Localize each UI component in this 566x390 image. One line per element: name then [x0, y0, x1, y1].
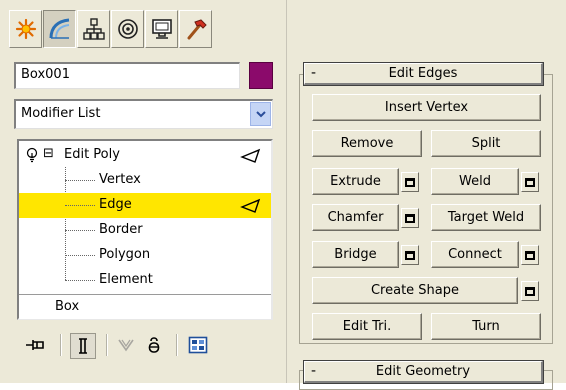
tab-motion[interactable] [111, 10, 144, 48]
chevron-down-icon [255, 110, 266, 117]
subobject-label: Edge [99, 197, 132, 212]
settings-icon [525, 250, 535, 260]
command-panel-tabs [0, 0, 286, 52]
utilities-hammer-icon [187, 19, 207, 40]
bridge-settings-button[interactable] [401, 245, 419, 265]
make-unique-icon [118, 339, 134, 352]
subobject-label: Border [99, 222, 143, 237]
dropdown-arrow-button[interactable] [250, 102, 271, 126]
connect-button[interactable]: Connect [431, 241, 519, 268]
tab-display[interactable] [145, 10, 178, 48]
configure-sets-icon [188, 336, 208, 354]
tab-utilities[interactable] [179, 10, 212, 48]
connect-settings-button[interactable] [521, 245, 539, 265]
stack-subobject-border[interactable]: Border [19, 218, 271, 243]
chamfer-button[interactable]: Chamfer [312, 204, 399, 231]
show-end-result-icon [79, 338, 87, 354]
tab-modify[interactable] [43, 10, 76, 48]
toolbar-separator [106, 334, 108, 356]
object-name-field[interactable]: Box001 [14, 62, 240, 89]
motion-icon [117, 19, 138, 39]
rollout-title: Edit Edges [388, 66, 458, 81]
settings-icon [405, 213, 415, 223]
tab-create[interactable] [9, 10, 42, 48]
tree-branch [65, 180, 95, 181]
extrude-button[interactable]: Extrude [312, 168, 399, 195]
edit-edges-rollout-header[interactable]: - Edit Edges [304, 63, 543, 85]
settings-icon [405, 250, 415, 260]
stack-subobject-vertex[interactable]: Vertex [19, 168, 271, 193]
subobject-mode-icon [240, 198, 261, 213]
modifier-list-value: Modifier List [21, 106, 101, 121]
display-monitor-icon [151, 19, 172, 39]
weld-settings-button[interactable] [521, 172, 539, 192]
configure-modifier-sets-button[interactable] [186, 333, 210, 357]
target-weld-button[interactable]: Target Weld [431, 204, 541, 231]
settings-icon [525, 177, 535, 187]
pin-stack-button[interactable] [24, 333, 48, 357]
weld-button[interactable]: Weld [431, 168, 519, 195]
stack-toolbar [14, 330, 274, 360]
stack-subobject-element[interactable]: Element [19, 268, 271, 293]
create-shape-button[interactable]: Create Shape [312, 277, 518, 304]
tree-branch [65, 255, 95, 256]
edit-tri-button[interactable]: Edit Tri. [312, 313, 422, 340]
extrude-settings-button[interactable] [401, 172, 419, 192]
object-color-swatch[interactable] [249, 62, 273, 89]
create-star-icon [15, 18, 36, 40]
modify-curve-icon [49, 18, 69, 39]
insert-vertex-button[interactable]: Insert Vertex [312, 94, 541, 121]
remove-button[interactable]: Remove [312, 130, 422, 157]
pin-icon [26, 340, 44, 350]
settings-icon [405, 177, 415, 187]
remove-modifier-button[interactable] [142, 333, 166, 357]
remove-modifier-icon [148, 337, 160, 353]
subobject-label: Vertex [99, 172, 141, 187]
modifier-list-dropdown[interactable]: Modifier List [14, 99, 273, 129]
modifier-stack: ⊟ Edit Poly Vertex Edge Border Polygon E… [17, 139, 273, 320]
modifier-panel: Box001 Modifier List ⊟ Edit Poly Vertex … [0, 52, 286, 383]
stack-item-label: Edit Poly [64, 147, 120, 162]
rollout-panel: - Edit Edges Insert Vertex Remove Split … [292, 0, 566, 390]
tree-branch [65, 230, 95, 231]
lightbulb-icon[interactable] [26, 147, 38, 163]
settings-icon [525, 286, 535, 296]
subobject-label: Element [99, 272, 153, 287]
tree-branch [65, 280, 95, 281]
tree-branch [65, 205, 95, 206]
stack-subobject-polygon[interactable]: Polygon [19, 243, 271, 268]
subobject-label: Polygon [99, 247, 151, 262]
rollout-title: Edit Geometry [375, 364, 471, 379]
stack-item-box[interactable]: Box [19, 294, 271, 319]
stack-base-label: Box [55, 299, 80, 314]
edit-geometry-rollout-header[interactable]: - Edit Geometry [304, 361, 543, 383]
stack-item-edit-poly[interactable]: ⊟ Edit Poly [19, 143, 271, 168]
make-unique-button[interactable] [114, 333, 138, 357]
show-end-result-button[interactable] [70, 333, 96, 359]
toolbar-separator [60, 334, 62, 356]
chamfer-settings-button[interactable] [401, 208, 419, 228]
stack-subobject-edge[interactable]: Edge [19, 193, 271, 218]
stack-expand-toggle[interactable]: ⊟ [43, 146, 54, 161]
hierarchy-icon [82, 18, 105, 40]
toolbar-separator [176, 334, 178, 356]
split-button[interactable]: Split [431, 130, 541, 157]
bridge-button[interactable]: Bridge [312, 241, 399, 268]
turn-button[interactable]: Turn [431, 313, 541, 340]
tab-hierarchy[interactable] [77, 10, 110, 48]
create-shape-settings-button[interactable] [521, 281, 539, 301]
subobject-mode-icon [240, 148, 261, 163]
